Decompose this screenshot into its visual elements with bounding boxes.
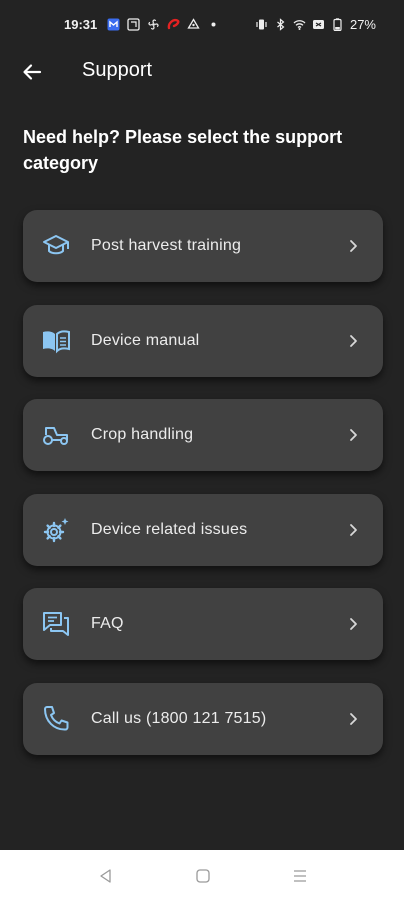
battery-icon xyxy=(331,18,344,31)
status-time: 19:31 xyxy=(64,17,98,32)
chevron-right-icon xyxy=(345,238,361,254)
support-category-list: Post harvest training Device manual Crop… xyxy=(23,210,383,778)
app-notification-icon xyxy=(107,18,120,31)
status-bar-left: 19:31 xyxy=(64,17,220,32)
status-bar: 19:31 27% xyxy=(0,0,404,52)
status-bar-right: 27% xyxy=(255,17,376,32)
chat-icon xyxy=(40,608,72,640)
dot-icon xyxy=(207,18,220,31)
menu-item-label: Crop handling xyxy=(91,426,194,444)
bluetooth-icon xyxy=(274,18,287,31)
book-icon xyxy=(40,325,72,357)
back-button[interactable] xyxy=(18,58,46,86)
call-us-item[interactable]: Call us (1800 121 7515) xyxy=(23,682,383,755)
post-harvest-training-item[interactable]: Post harvest training xyxy=(23,210,383,282)
home-square-icon xyxy=(196,869,210,883)
chevron-right-icon xyxy=(345,616,361,632)
chevron-right-icon xyxy=(345,522,361,538)
graduation-cap-icon xyxy=(40,230,72,262)
chevron-right-icon xyxy=(345,711,361,727)
message-icon xyxy=(127,18,140,31)
arrow-left-icon xyxy=(23,64,42,80)
menu-item-label: Post harvest training xyxy=(91,237,242,254)
vibrate-icon xyxy=(255,18,268,31)
nav-menu-button[interactable] xyxy=(291,867,309,885)
menu-lines-icon xyxy=(294,870,306,882)
menu-item-label: Device related issues xyxy=(91,520,248,538)
crop-handling-item[interactable]: Crop handling xyxy=(23,399,383,472)
page-title: Support xyxy=(82,59,153,81)
menu-item-label: Call us (1800 121 7515) xyxy=(91,709,267,727)
faq-item[interactable]: FAQ xyxy=(23,588,383,661)
menu-item-label: FAQ xyxy=(91,615,124,633)
chevron-right-icon xyxy=(345,333,361,349)
airtel-icon xyxy=(167,18,180,31)
nav-home-button[interactable] xyxy=(194,867,212,885)
menu-item-label: Device manual xyxy=(91,331,200,349)
app-header: Support xyxy=(0,52,404,92)
device-related-issues-item[interactable]: Device related issues xyxy=(23,493,383,566)
device-manual-item[interactable]: Device manual xyxy=(23,304,383,377)
back-triangle-icon xyxy=(100,869,111,883)
tractor-icon xyxy=(40,419,72,451)
nav-back-button[interactable] xyxy=(97,867,115,885)
fan-icon xyxy=(147,18,160,31)
sim-icon xyxy=(312,18,325,31)
support-prompt: Need help? Please select the support cat… xyxy=(23,127,343,173)
battery-percentage: 27% xyxy=(349,17,376,32)
wifi-icon xyxy=(293,18,306,31)
recycle-icon xyxy=(187,18,200,31)
chevron-right-icon xyxy=(345,427,361,443)
phone-icon xyxy=(40,703,72,735)
system-nav-bar xyxy=(0,850,404,900)
gear-sparkle-icon xyxy=(40,514,72,546)
